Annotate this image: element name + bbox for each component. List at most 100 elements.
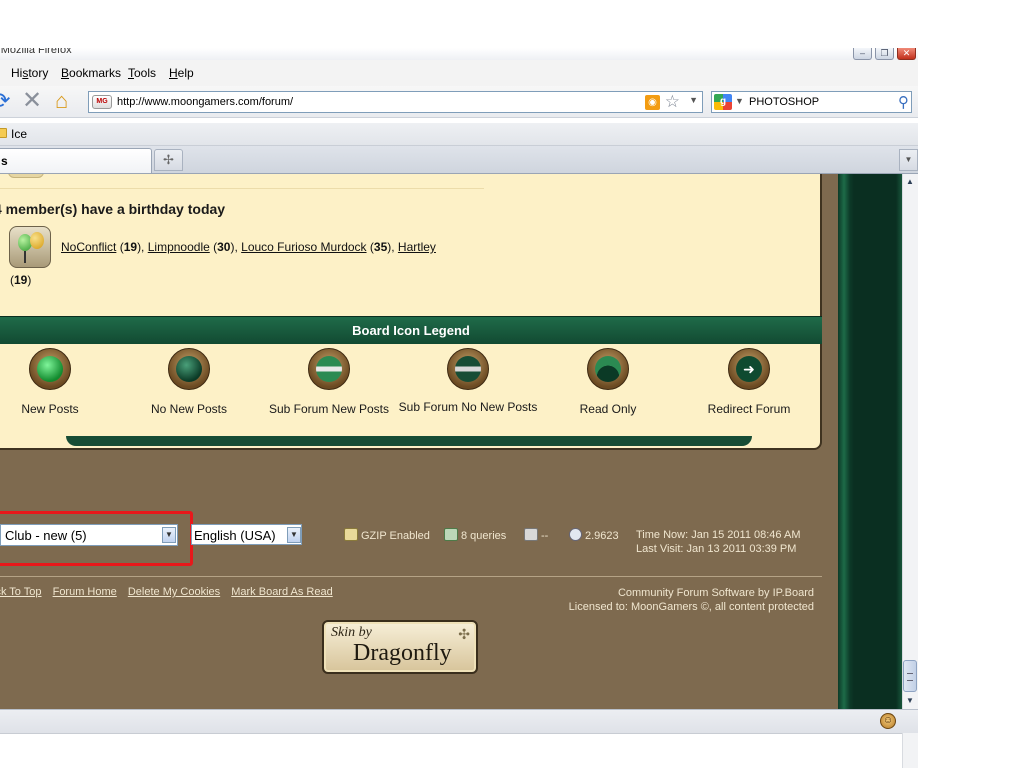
legend-label: New Posts: [21, 402, 79, 416]
legend-item: Sub Forum New Posts: [259, 348, 399, 416]
section-divider: [0, 188, 484, 189]
legend-label: Read Only: [579, 402, 637, 416]
footer-divider: [0, 576, 822, 577]
member-link[interactable]: Hartley: [398, 240, 436, 254]
exec-time-label: 2.9623: [585, 530, 619, 542]
server-load-status: --: [524, 528, 548, 542]
search-input[interactable]: PHOTOSHOP: [749, 96, 819, 108]
member-link[interactable]: Limpnoodle: [148, 240, 210, 254]
tab-bar: s: [0, 146, 918, 174]
birthday-title: 4 member(s) have a birthday today: [0, 201, 226, 217]
url-history-dropdown-icon[interactable]: ▼: [689, 95, 698, 105]
window-title-bar: - Mozilla Firefox – ❐ ✕: [0, 48, 918, 60]
board-stats-panel: 4 member(s) have a birthday today NoConf…: [0, 174, 822, 450]
gzip-status: GZIP Enabled: [344, 528, 430, 542]
legend-item: Read Only: [538, 348, 678, 416]
read-only-icon: [587, 348, 629, 390]
vertical-scrollbar[interactable]: [902, 174, 918, 709]
search-bar[interactable]: g ▼ PHOTOSHOP ⚲: [711, 91, 912, 113]
skin-by-dragonfly-logo[interactable]: Skin by Dragonfly ✣: [322, 620, 478, 674]
legend-item: Sub Forum No New Posts: [398, 340, 538, 414]
mark-board-read-link[interactable]: Mark Board As Read: [231, 586, 333, 598]
legend-label: No New Posts: [150, 402, 228, 416]
license-credit: Licensed to: MoonGamers ©, all content p…: [568, 601, 814, 613]
footer-links: Back To Top Forum Home Delete My Cookies…: [0, 586, 341, 598]
close-button[interactable]: ✕: [897, 48, 916, 60]
home-icon[interactable]: ⌂: [55, 90, 68, 112]
new-tab-button[interactable]: ✢: [154, 149, 183, 171]
bookmark-item-ice[interactable]: Ice: [11, 127, 27, 141]
member-age: 30: [217, 240, 231, 254]
addon-monkey-icon[interactable]: ☺: [880, 713, 896, 729]
scroll-up-arrow-icon[interactable]: ▲: [902, 174, 918, 190]
legend-item: ➜ Redirect Forum: [679, 348, 819, 416]
forum-home-link[interactable]: Forum Home: [53, 586, 117, 598]
sub-forum-no-new-posts-icon: [447, 348, 489, 390]
red-highlight-annotation: [0, 511, 193, 566]
member-link[interactable]: NoConflict: [61, 240, 116, 254]
scroll-down-arrow-icon[interactable]: ▼: [902, 693, 918, 709]
time-now: Time Now: Jan 15 2011 08:46 AM: [636, 529, 801, 541]
database-icon: [444, 528, 458, 541]
clock-icon: [569, 528, 582, 541]
time-info: Time Now: Jan 15 2011 08:46 AM Last Visi…: [636, 528, 800, 556]
legend-item: No New Posts: [119, 348, 259, 416]
status-bar: ☺: [0, 709, 918, 733]
url-text: http://www.moongamers.com/forum/: [117, 96, 294, 108]
search-magnifier-icon[interactable]: ⚲: [898, 93, 909, 111]
legend-footer-bar: [66, 436, 752, 446]
window-bottom-edge: [0, 733, 902, 734]
window-title: - Mozilla Firefox: [0, 48, 72, 56]
language-value: English (USA): [194, 528, 276, 543]
birthday-members: NoConflict (19), Limpnoodle (30), Louco …: [61, 240, 436, 254]
legend-label: Sub Forum New Posts: [268, 402, 390, 416]
server-icon: [524, 528, 538, 541]
dragonfly-icon: ✣: [458, 626, 470, 642]
skin-name-text: Dragonfly: [353, 640, 452, 666]
footer-credits: Community Forum Software by IP.Board Lic…: [569, 586, 814, 614]
chevron-down-icon[interactable]: ▼: [287, 527, 301, 543]
legend-label: Sub Forum No New Posts: [398, 400, 538, 414]
scrollbar-thumb[interactable]: [903, 660, 917, 692]
member-age: 19: [123, 240, 138, 254]
scrollbar-remnant: [902, 733, 918, 768]
sub-forum-new-posts-icon: [308, 348, 350, 390]
rss-feed-icon[interactable]: ◉: [645, 95, 660, 110]
queries-status: 8 queries: [444, 528, 506, 542]
redirect-forum-icon: ➜: [728, 348, 770, 390]
software-credit[interactable]: Community Forum Software by IP.Board: [569, 586, 814, 600]
member-age: 19: [14, 273, 28, 287]
exec-time-status: 2.9623: [569, 528, 619, 542]
menu-bar: History Bookmarks Tools Help: [0, 60, 918, 86]
menu-tools[interactable]: Tools: [128, 66, 156, 80]
menu-history[interactable]: History: [11, 66, 48, 80]
legend-item: New Posts: [0, 348, 120, 416]
bookmarks-toolbar: Ice: [0, 123, 918, 146]
language-select[interactable]: English (USA) ▼: [191, 524, 302, 545]
last-visit: Last Visit: Jan 13 2011 03:39 PM: [636, 543, 797, 555]
menu-help[interactable]: Help: [169, 66, 194, 80]
site-favicon-icon: MG: [92, 95, 112, 109]
stop-icon[interactable]: ✕: [22, 89, 42, 113]
decorative-side-band: [838, 174, 902, 709]
bookmark-folder-icon: [0, 128, 7, 138]
delete-cookies-link[interactable]: Delete My Cookies: [128, 586, 220, 598]
gzip-icon: [344, 528, 358, 541]
address-bar[interactable]: MG http://www.moongamers.com/forum/ ◉ ☆ …: [88, 91, 703, 113]
back-to-top-link[interactable]: Back To Top: [0, 586, 42, 598]
new-posts-icon: [29, 348, 71, 390]
bookmark-star-icon[interactable]: ☆: [665, 92, 680, 112]
birthday-members-continued: (19): [10, 273, 32, 287]
list-all-tabs-button[interactable]: ▼: [899, 149, 918, 171]
minimize-button[interactable]: –: [853, 48, 872, 60]
legend-label: Redirect Forum: [707, 402, 791, 416]
tab-active[interactable]: s: [0, 148, 152, 173]
google-search-engine-icon[interactable]: g: [714, 94, 732, 110]
reload-icon[interactable]: ⟳: [0, 90, 10, 112]
server-load-label: --: [541, 530, 549, 542]
maximize-button[interactable]: ❐: [875, 48, 894, 60]
member-link[interactable]: Louco Furioso Murdock: [241, 240, 366, 254]
search-engine-dropdown-icon[interactable]: ▼: [735, 96, 744, 106]
firefox-window: - Mozilla Firefox – ❐ ✕ History Bookmark…: [0, 0, 1024, 768]
menu-bookmarks[interactable]: Bookmarks: [61, 66, 121, 80]
